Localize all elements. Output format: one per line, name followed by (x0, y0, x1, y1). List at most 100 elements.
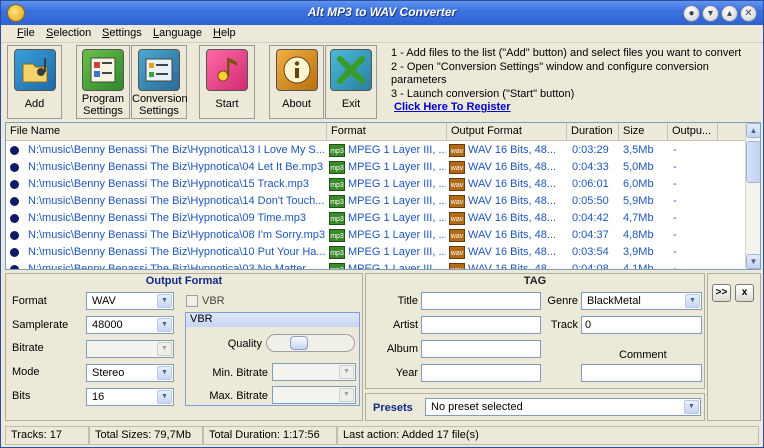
file-status-icon (10, 265, 19, 269)
bits-label: Bits (12, 390, 31, 402)
chevron-down-icon[interactable]: ▼ (339, 388, 354, 402)
apply-tag-button[interactable]: >> (712, 284, 731, 302)
chevron-down-icon[interactable]: ▼ (157, 294, 172, 308)
track-input[interactable]: 0 (581, 316, 702, 334)
table-row[interactable]: mp3 wav N:\music\Benny Benassi The Biz\Hyp… (6, 176, 746, 193)
format-cell: MPEG 1 Layer III, ... (348, 144, 446, 156)
table-row[interactable]: mp3 wav N:\music\Benny Benassi The Biz\Hyp… (6, 193, 746, 210)
output-format-header: Output Format (145, 275, 223, 287)
column-header-file-name[interactable]: File Name (6, 123, 327, 141)
title-label: Title (397, 295, 418, 307)
format-label: Format (12, 295, 47, 307)
chevron-down-icon[interactable]: ▼ (157, 318, 172, 332)
column-header-output-format[interactable]: Output Format (447, 123, 567, 141)
column-header-output[interactable]: Outpu... (668, 123, 718, 141)
help-icon[interactable]: ● (683, 5, 700, 22)
presets-label: Presets (373, 402, 413, 414)
title-input[interactable] (421, 292, 541, 310)
register-link[interactable]: Click Here To Register (394, 101, 511, 113)
output-cell: - (673, 263, 677, 270)
samplerate-select[interactable]: 48000 ▼ (86, 316, 174, 334)
add-button[interactable]: Add (7, 45, 62, 119)
title-bar[interactable]: Alt MP3 to WAV Converter ● ▾ ▴ ✕ (1, 1, 763, 25)
scroll-up-icon[interactable]: ▲ (746, 123, 760, 138)
chevron-down-icon[interactable]: ▼ (684, 400, 699, 414)
chevron-down-icon[interactable]: ▼ (157, 390, 172, 404)
status-last-action: Last action: Added 17 file(s) (337, 426, 759, 445)
scroll-thumb[interactable] (746, 141, 760, 183)
conversion-settings-button[interactable]: Conversion Settings (131, 45, 188, 119)
presets-panel: Presets No preset selected ▼ (365, 393, 705, 421)
program-settings-label: Program Settings (81, 93, 125, 117)
menu-selection[interactable]: Selection (46, 27, 91, 39)
duration-cell: 0:04:08 (572, 263, 609, 270)
program-settings-button[interactable]: Program Settings (76, 45, 130, 119)
artist-input[interactable] (421, 316, 541, 334)
menu-file[interactable]: File (17, 27, 35, 39)
vbr-checkbox[interactable] (186, 295, 198, 307)
quality-slider-handle[interactable] (290, 336, 308, 350)
column-header-duration[interactable]: Duration (567, 123, 619, 141)
output-cell: - (673, 246, 677, 258)
comment-input[interactable] (581, 364, 702, 382)
bitrate-select[interactable]: ▼ (86, 340, 174, 358)
size-cell: 3,9Mb (623, 246, 654, 258)
table-row[interactable]: mp3 wav N:\music\Benny Benassi The Biz\Hyp… (6, 210, 746, 227)
format-cell: MPEG 1 Layer III, ... (348, 212, 446, 224)
instruction-step-3: 3 - Launch conversion ("Start" button) (391, 87, 575, 100)
file-status-icon (10, 163, 19, 172)
output-format-cell: WAV 16 Bits, 48... (468, 195, 557, 207)
file-list-scrollbar[interactable]: ▲ ▼ (745, 123, 760, 269)
output-format-cell: WAV 16 Bits, 48... (468, 161, 557, 173)
close-icon[interactable]: ✕ (740, 5, 757, 22)
status-bar: Tracks: 17 Total Sizes: 79,7Mb Total Dur… (1, 425, 763, 447)
mode-select[interactable]: Stereo ▼ (86, 364, 174, 382)
duration-cell: 0:05:50 (572, 195, 609, 207)
clear-tag-button[interactable]: x (735, 284, 754, 302)
format-select[interactable]: WAV ▼ (86, 292, 174, 310)
start-button[interactable]: Start (199, 45, 255, 119)
bits-select[interactable]: 16 ▼ (86, 388, 174, 406)
instruction-step-1: 1 - Add files to the list ("Add" button)… (391, 47, 742, 59)
about-button[interactable]: About (269, 45, 324, 119)
table-row[interactable]: mp3 wav N:\music\Benny Benassi The Biz\Hyp… (6, 142, 746, 159)
genre-select[interactable]: BlackMetal ▼ (581, 292, 702, 310)
chevron-down-icon[interactable]: ▼ (157, 342, 172, 356)
table-row[interactable]: mp3 wav N:\music\Benny Benassi The Biz\Hyp… (6, 227, 746, 244)
max-bitrate-select[interactable]: ▼ (272, 386, 356, 404)
scroll-down-icon[interactable]: ▼ (746, 254, 760, 269)
maximize-icon[interactable]: ▴ (721, 5, 738, 22)
presets-select[interactable]: No preset selected ▼ (425, 398, 701, 416)
toolbar: Add Program Settings Conversion Settings S… (1, 43, 763, 121)
start-button-label: Start (215, 98, 239, 110)
exit-icon (330, 49, 372, 91)
add-files-icon (13, 49, 56, 91)
tag-panel: TAG Title Artist Album Year Genre BlackM… (365, 273, 705, 389)
side-panel: >> x (707, 273, 761, 421)
column-header-size[interactable]: Size (619, 123, 668, 141)
output-cell: - (673, 195, 677, 207)
chevron-down-icon[interactable]: ▼ (339, 365, 354, 379)
menu-help[interactable]: Help (213, 27, 236, 39)
duration-cell: 0:04:37 (572, 229, 609, 241)
menu-language[interactable]: Language (153, 27, 202, 39)
column-header-format[interactable]: Format (327, 123, 447, 141)
size-cell: 4,8Mb (623, 229, 654, 241)
chevron-down-icon[interactable]: ▼ (685, 294, 700, 308)
wav-file-icon: wav (449, 161, 465, 174)
year-input[interactable] (421, 364, 541, 382)
album-input[interactable] (421, 340, 541, 358)
table-row[interactable]: mp3 wav N:\music\Benny Benassi The Biz\Hyp… (6, 261, 746, 270)
chevron-down-icon[interactable]: ▼ (157, 366, 172, 380)
exit-button[interactable]: Exit (325, 45, 377, 119)
menu-settings[interactable]: Settings (102, 27, 142, 39)
file-list[interactable]: File Name Format Output Format Duration … (5, 122, 761, 270)
min-bitrate-select[interactable]: ▼ (272, 363, 356, 381)
minimize-icon[interactable]: ▾ (702, 5, 719, 22)
table-row[interactable]: mp3 wav N:\music\Benny Benassi The Biz\Hyp… (6, 244, 746, 261)
wav-file-icon: wav (449, 144, 465, 157)
quality-slider[interactable] (266, 334, 355, 352)
status-total-duration: Total Duration: 1:17:56 (203, 426, 337, 445)
wav-file-icon: wav (449, 229, 465, 242)
table-row[interactable]: mp3 wav N:\music\Benny Benassi The Biz\Hyp… (6, 159, 746, 176)
